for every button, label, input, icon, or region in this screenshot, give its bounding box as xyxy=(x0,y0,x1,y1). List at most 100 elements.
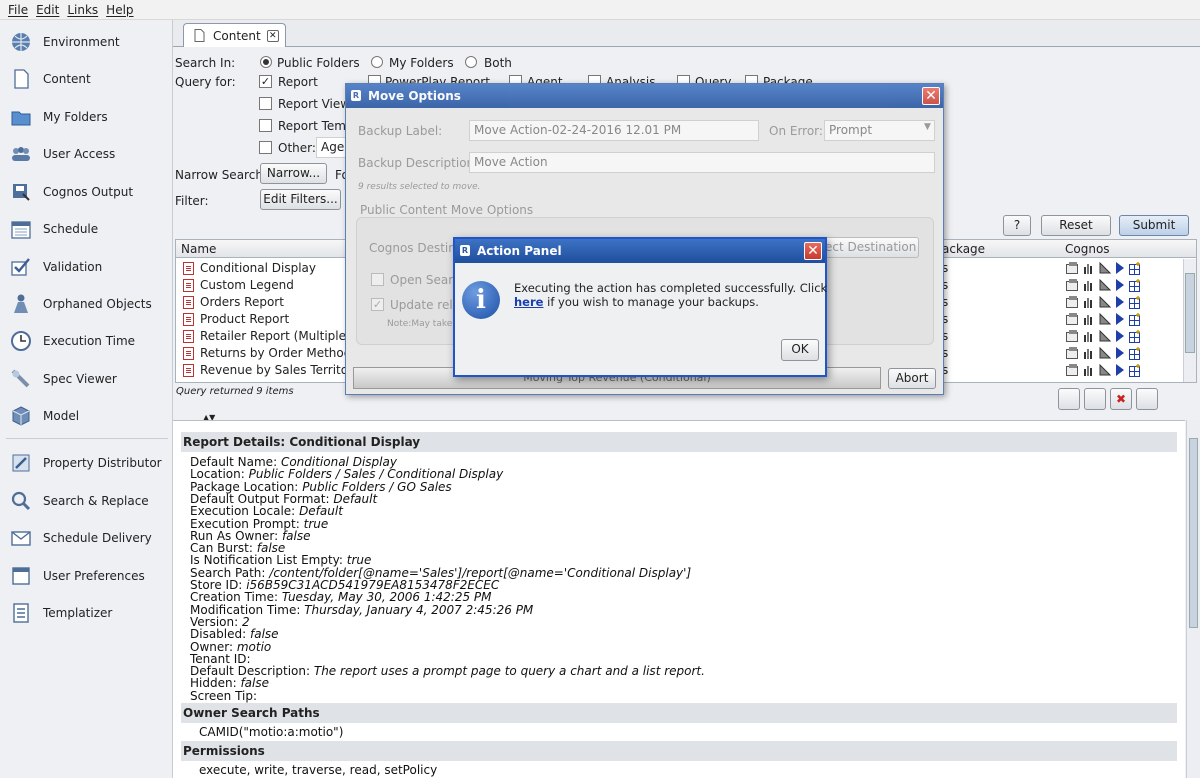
sidebar-item-templatizer[interactable]: Templatizer xyxy=(0,594,172,631)
chart-area-icon[interactable] xyxy=(1099,262,1111,274)
move-options-close-button[interactable]: ✕ xyxy=(922,87,940,105)
export-icon[interactable] xyxy=(1058,388,1080,410)
chart-bar-icon[interactable] xyxy=(1083,364,1095,376)
table-scrollbar[interactable] xyxy=(1183,259,1196,382)
delete-icon[interactable]: ✖ xyxy=(1110,388,1132,410)
sidebar-item-my-folders[interactable]: My Folders xyxy=(0,98,172,135)
menu-edit[interactable]: Edit xyxy=(36,3,59,17)
sidebar-item-validation[interactable]: Validation xyxy=(0,248,172,285)
chart-area-icon[interactable] xyxy=(1099,364,1111,376)
sidebar-item-schedule[interactable]: Schedule xyxy=(0,210,172,247)
add-grid-icon[interactable] xyxy=(1129,330,1142,343)
chart-area-icon[interactable] xyxy=(1099,347,1111,359)
chart-bar-icon[interactable] xyxy=(1083,279,1095,291)
chart-bar-icon[interactable] xyxy=(1083,296,1095,308)
menu-links[interactable]: Links xyxy=(67,3,98,17)
menu-file[interactable]: File xyxy=(8,3,28,17)
chart-area-icon[interactable] xyxy=(1099,296,1111,308)
chart-area-icon[interactable] xyxy=(1099,313,1111,325)
properties-icon[interactable] xyxy=(1066,296,1079,308)
duplicate-icon[interactable] xyxy=(1162,388,1184,410)
radio-public-folders[interactable] xyxy=(260,56,272,68)
scroll-thumb[interactable] xyxy=(1185,273,1195,353)
update-relations-checkbox[interactable]: ✓ xyxy=(371,298,384,311)
checkbox-report-template[interactable] xyxy=(259,119,272,132)
run-icon[interactable] xyxy=(1115,364,1125,376)
row-name: Revenue by Sales Territory xyxy=(200,363,361,377)
add-grid-icon[interactable] xyxy=(1129,262,1142,275)
properties-icon[interactable] xyxy=(1066,330,1079,342)
details-scroll-thumb[interactable] xyxy=(1189,438,1198,628)
select-destination-button[interactable]: lect Destination xyxy=(819,237,919,258)
sidebar-divider xyxy=(6,438,168,439)
lock-icon[interactable] xyxy=(1136,388,1158,410)
close-icon[interactable]: ✕ xyxy=(266,29,279,42)
report-icon xyxy=(183,364,194,377)
chart-bar-icon[interactable] xyxy=(1083,262,1095,274)
run-icon[interactable] xyxy=(1115,330,1125,342)
open-search-checkbox[interactable] xyxy=(371,273,384,286)
ok-button[interactable]: OK xyxy=(781,339,819,361)
backup-label-input[interactable]: Move Action-02-24-2016 12.01 PM xyxy=(469,120,759,141)
properties-icon[interactable] xyxy=(1066,279,1079,291)
column-name[interactable]: Name xyxy=(181,242,216,256)
globe-icon xyxy=(10,31,32,53)
sidebar-item-label: User Access xyxy=(43,146,116,161)
chart-area-icon[interactable] xyxy=(1099,330,1111,342)
sidebar-item-cognos-output[interactable]: Cognos Output xyxy=(0,173,172,210)
radio-both[interactable] xyxy=(465,56,477,68)
sidebar-item-execution-time[interactable]: Execution Time xyxy=(0,322,172,359)
action-panel-close-button[interactable]: ✕ xyxy=(804,242,822,260)
add-grid-icon[interactable] xyxy=(1129,279,1142,292)
radio-my-folders[interactable] xyxy=(371,56,383,68)
checkbox-other[interactable] xyxy=(259,141,272,154)
chart-bar-icon[interactable] xyxy=(1083,347,1095,359)
manage-backups-link[interactable]: here xyxy=(514,295,543,309)
properties-icon[interactable] xyxy=(1066,347,1079,359)
properties-icon[interactable] xyxy=(1066,364,1079,376)
sidebar-item-content[interactable]: Content xyxy=(0,60,172,97)
column-cognos[interactable]: Cognos xyxy=(1065,242,1110,256)
row-actions xyxy=(1066,296,1142,309)
details-scrollbar[interactable] xyxy=(1186,420,1200,778)
query-result-count: Query returned 9 items xyxy=(176,386,294,397)
on-error-select[interactable]: Prompt xyxy=(824,120,935,141)
checkbox-report-view[interactable] xyxy=(259,97,272,110)
column-package[interactable]: ackage xyxy=(942,242,985,256)
narrow-button[interactable]: Narrow... xyxy=(260,163,327,184)
run-icon[interactable] xyxy=(1115,313,1125,325)
properties-icon[interactable] xyxy=(1066,313,1079,325)
sidebar-item-spec-viewer[interactable]: Spec Viewer xyxy=(0,360,172,397)
sidebar-item-user-preferences[interactable]: User Preferences xyxy=(0,557,172,594)
sidebar-item-orphaned-objects[interactable]: Orphaned Objects xyxy=(0,285,172,322)
run-icon[interactable] xyxy=(1115,262,1125,274)
reset-button[interactable]: Reset xyxy=(1041,215,1111,236)
backup-description-input[interactable]: Move Action xyxy=(469,152,935,173)
chart-area-icon[interactable] xyxy=(1099,279,1111,291)
properties-icon[interactable] xyxy=(1066,262,1079,274)
abort-button[interactable]: Abort xyxy=(888,368,936,389)
sidebar-item-property-distributor[interactable]: Property Distributor xyxy=(0,444,172,481)
sidebar-item-user-access[interactable]: User Access xyxy=(0,135,172,172)
submit-button[interactable]: Submit xyxy=(1119,215,1189,236)
add-grid-icon[interactable] xyxy=(1129,347,1142,360)
run-icon[interactable] xyxy=(1115,296,1125,308)
add-grid-icon[interactable] xyxy=(1129,364,1142,377)
edit-filters-button[interactable]: Edit Filters... xyxy=(260,189,341,210)
copy-icon[interactable] xyxy=(1084,388,1106,410)
run-icon[interactable] xyxy=(1115,279,1125,291)
tab-content[interactable]: Content ✕ xyxy=(183,23,286,47)
menu-help[interactable]: Help xyxy=(106,3,133,17)
sidebar-item-label: Property Distributor xyxy=(43,455,162,470)
sidebar-item-environment[interactable]: Environment xyxy=(0,23,172,60)
run-icon[interactable] xyxy=(1115,347,1125,359)
add-grid-icon[interactable] xyxy=(1129,296,1142,309)
checkbox-report[interactable]: ✓ xyxy=(259,75,272,88)
chart-bar-icon[interactable] xyxy=(1083,313,1095,325)
sidebar-item-search-replace[interactable]: Search & Replace xyxy=(0,482,172,519)
sidebar-item-schedule-delivery[interactable]: Schedule Delivery xyxy=(0,519,172,556)
chart-bar-icon[interactable] xyxy=(1083,330,1095,342)
add-grid-icon[interactable] xyxy=(1129,313,1142,326)
help-button[interactable]: ? xyxy=(1003,215,1031,236)
sidebar-item-model[interactable]: Model xyxy=(0,397,172,434)
